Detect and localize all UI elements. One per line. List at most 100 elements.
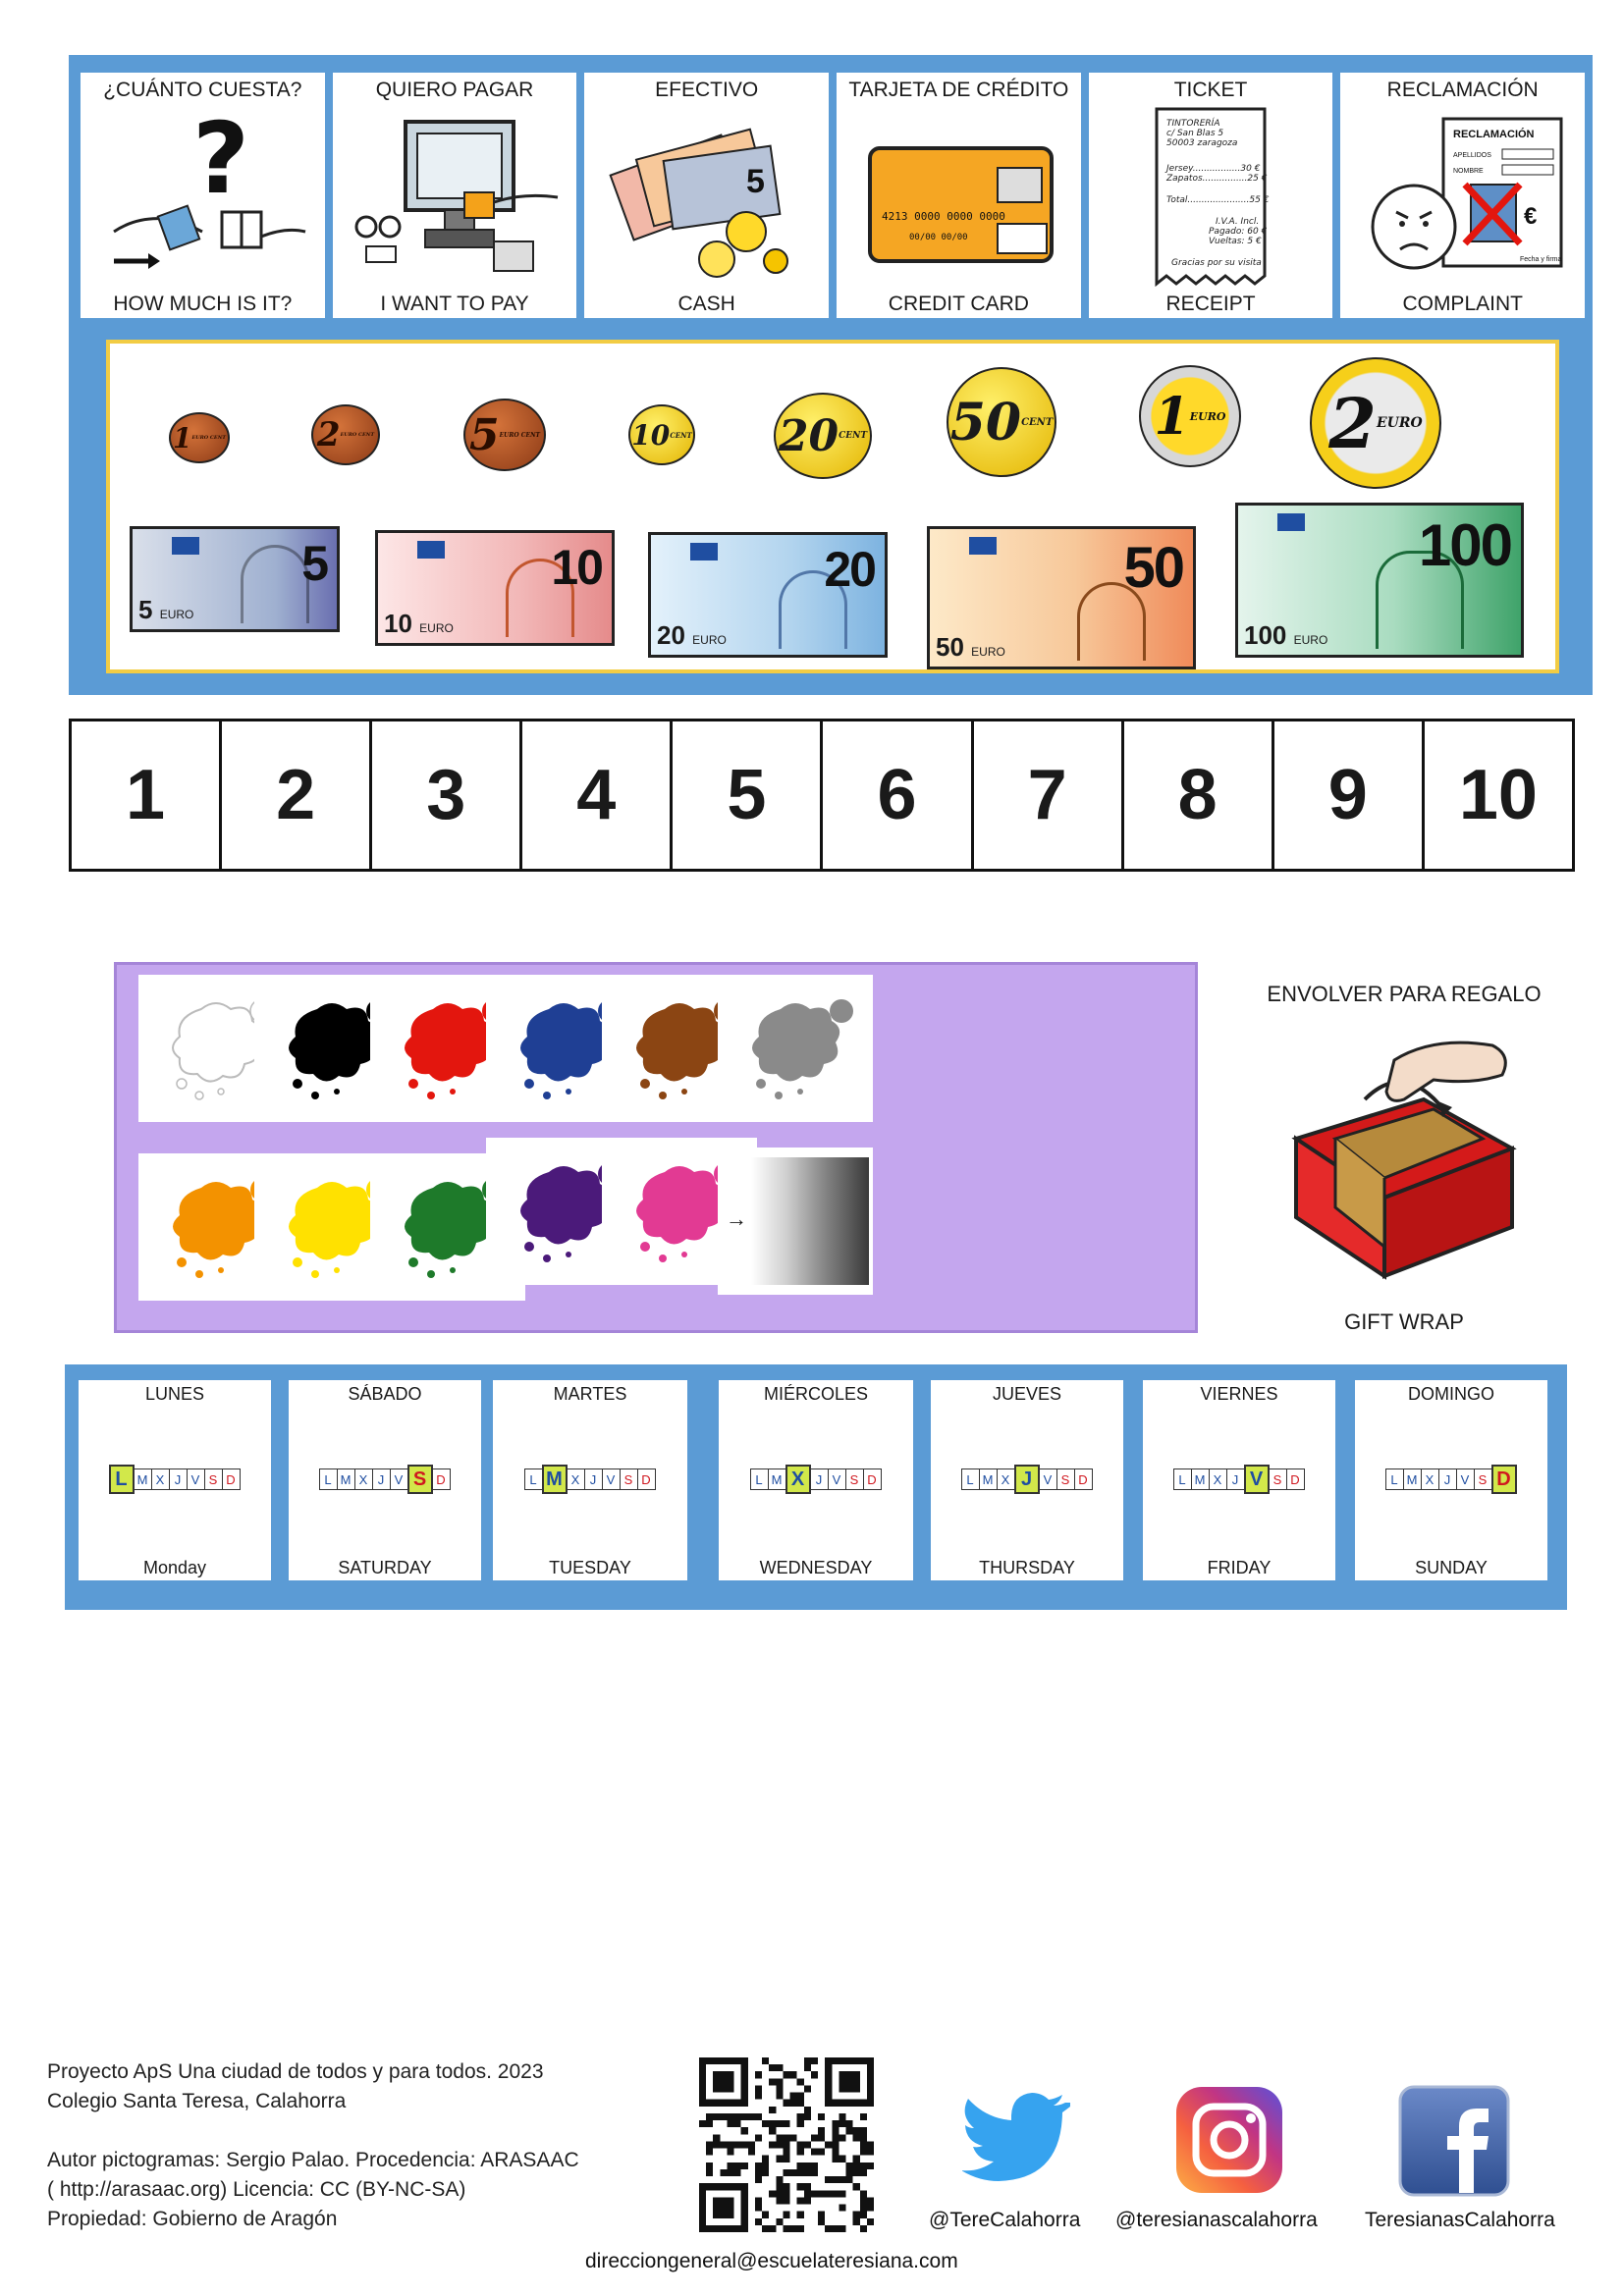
- day-label-bottom: FRIDAY: [1207, 1558, 1272, 1577]
- card-label-bottom: COMPLAINT: [1402, 293, 1523, 315]
- note-euro-unit: EURO: [692, 633, 727, 647]
- weekday-letter: X: [785, 1465, 811, 1494]
- weekday-letter: J: [1225, 1468, 1245, 1490]
- weekday-letter-row: LMXJVSD: [108, 1465, 241, 1494]
- weekday-letter: J: [371, 1468, 391, 1490]
- receipt-line: Pagado: 60 €: [1209, 227, 1268, 237]
- card-cash: EFECTIVO 5 CASH: [584, 73, 830, 318]
- card-label-bottom: RECEIPT: [1165, 293, 1256, 315]
- twitter-link[interactable]: [962, 2091, 1070, 2184]
- number-cell: 9: [1274, 721, 1425, 869]
- weekday-letter: M: [1402, 1468, 1422, 1490]
- banknote-10-euro: 10 10 EURO: [375, 530, 615, 646]
- coin-value: 1: [173, 421, 192, 454]
- euro-money-box: 1 EURO CENT 2 EURO CENT 5 EURO CENT 10 CENT …: [106, 340, 1559, 673]
- cash-money-icon: 5: [588, 102, 825, 293]
- receipt-line: I.V.A. Incl.: [1216, 217, 1259, 227]
- weekday-letter: D: [221, 1468, 241, 1490]
- coin-50-cent: 50 CENT: [947, 367, 1056, 477]
- card-dates: 00/00 00/00: [909, 233, 968, 242]
- weekday-letter: V: [186, 1468, 205, 1490]
- gradient-swatch: →: [718, 1148, 873, 1295]
- footer-line: Propiedad: Gobierno de Aragón: [47, 2208, 338, 2230]
- number-cell: 7: [974, 721, 1124, 869]
- coin-sub: EURO CENT: [499, 431, 541, 439]
- instagram-link[interactable]: [1174, 2085, 1284, 2195]
- weekday-letter: D: [1285, 1468, 1305, 1490]
- coin-value: 50: [949, 392, 1022, 453]
- complaint-form-icon: RECLAMACIÓN APELLIDOS NOMBRE € Fecha y f…: [1344, 102, 1581, 293]
- weekday-letter: M: [541, 1465, 568, 1494]
- weekday-letter: X: [566, 1468, 585, 1490]
- day-label-bottom: WEDNESDAY: [759, 1558, 873, 1577]
- footer-line: ( http://arasaac.org) Licencia: CC (BY-N…: [47, 2178, 466, 2201]
- card-label-top: ¿CUÁNTO CUESTA?: [103, 79, 302, 101]
- number-cell: 8: [1124, 721, 1274, 869]
- gift-wrap-card: ENVOLVER PARA REGALO GIFT WRAP: [1227, 982, 1581, 1335]
- coin-sub: EURO: [1377, 415, 1423, 431]
- coin-value: 1: [1154, 386, 1190, 447]
- eu-flag-icon: [690, 543, 718, 561]
- weekday-letter: S: [844, 1468, 864, 1490]
- card-complaint: RECLAMACIÓN RECLAMACIÓN APELLIDOS NOMBRE…: [1340, 73, 1586, 318]
- receipt-line: TINTORERÍA: [1166, 117, 1219, 129]
- day-card-friday: VIERNES L M X J V S D FRIDAY: [1143, 1380, 1335, 1580]
- coin-1-euro: 1 EURO: [1139, 365, 1241, 467]
- card-want-to-pay: QUIERO PAGAR I WANT TO PAY: [332, 73, 577, 318]
- twitter-handle[interactable]: @TereCalahorra: [929, 2209, 1080, 2232]
- weekday-letter: L: [960, 1468, 980, 1490]
- note-euro-unit: EURO: [1293, 633, 1328, 647]
- weekday-letter: D: [1490, 1465, 1517, 1494]
- footer-line: Colegio Santa Teresa, Calahorra: [47, 2090, 347, 2112]
- gift-label-bottom: GIFT WRAP: [1344, 1309, 1464, 1334]
- coin-sub: CENT: [670, 430, 692, 440]
- svg-text:?: ?: [192, 114, 249, 216]
- contact-email[interactable]: direcciongeneral@escuelateresiana.com: [585, 2250, 958, 2273]
- weekday-letter: X: [1420, 1468, 1439, 1490]
- shopping-cards-row: ¿CUÁNTO CUESTA? ? HOW MUCH IS IT? QUIERO…: [81, 73, 1586, 318]
- coin-sub: EURO: [1189, 409, 1226, 423]
- day-label-bottom: SATURDAY: [338, 1558, 432, 1577]
- cash-register-icon: [337, 102, 573, 293]
- weekday-letter-row: LMXJVSD: [523, 1465, 656, 1494]
- banknote-100-euro: 100 100 EURO: [1235, 503, 1524, 658]
- day-card-wednesday: MIÉRCOLES L M X J V S D WEDNESDAY: [719, 1380, 913, 1580]
- qr-code-icon[interactable]: [699, 2057, 874, 2232]
- weekday-letter-row: LMXJVSD: [318, 1465, 451, 1494]
- number-cell: 3: [372, 721, 523, 869]
- card-label-top: EFECTIVO: [655, 79, 759, 101]
- banknote-20-euro: 20 20 EURO: [648, 532, 888, 658]
- weekday-letter-row: LMXJVSD: [749, 1465, 882, 1494]
- facebook-icon: [1398, 2085, 1510, 2197]
- weekday-letter: D: [1073, 1468, 1093, 1490]
- weekday-letter: S: [1056, 1468, 1075, 1490]
- number-cell: 6: [823, 721, 974, 869]
- footer-line: [47, 2116, 636, 2146]
- coin-2-euro: 2 EURO: [1310, 357, 1441, 489]
- receipt-line: c/ San Blas 5: [1166, 129, 1223, 138]
- note-value: 20: [824, 542, 877, 597]
- coin-value: 5: [468, 409, 500, 460]
- facebook-link[interactable]: [1398, 2085, 1510, 2197]
- weekday-letter: S: [406, 1465, 433, 1494]
- day-label-top: JUEVES: [992, 1384, 1062, 1404]
- facebook-handle[interactable]: TeresianasCalahorra: [1365, 2209, 1555, 2232]
- weekday-letter: J: [1013, 1465, 1040, 1494]
- day-card-monday: LUNES L M X J V S D Monday: [79, 1380, 271, 1580]
- weekday-letter: V: [1243, 1465, 1270, 1494]
- card-label-top: RECLAMACIÓN: [1386, 79, 1539, 101]
- weekday-letter: M: [336, 1468, 355, 1490]
- weekday-letter: X: [996, 1468, 1015, 1490]
- coin-sub: EURO CENT: [340, 432, 375, 438]
- note-euro-value: 20: [657, 620, 685, 650]
- colors-panel: →: [114, 962, 1198, 1333]
- card-label-bottom: HOW MUCH IS IT?: [113, 293, 293, 315]
- coin-sub: EURO CENT: [191, 435, 226, 441]
- weekday-letter: J: [168, 1468, 188, 1490]
- instagram-handle[interactable]: @teresianascalahorra: [1115, 2209, 1318, 2232]
- note-euro: 10 EURO: [384, 609, 454, 639]
- weekday-letter: M: [978, 1468, 998, 1490]
- weekday-letter: M: [767, 1468, 786, 1490]
- day-label-top: LUNES: [144, 1384, 205, 1404]
- arrow-right-icon: →: [726, 1206, 747, 1231]
